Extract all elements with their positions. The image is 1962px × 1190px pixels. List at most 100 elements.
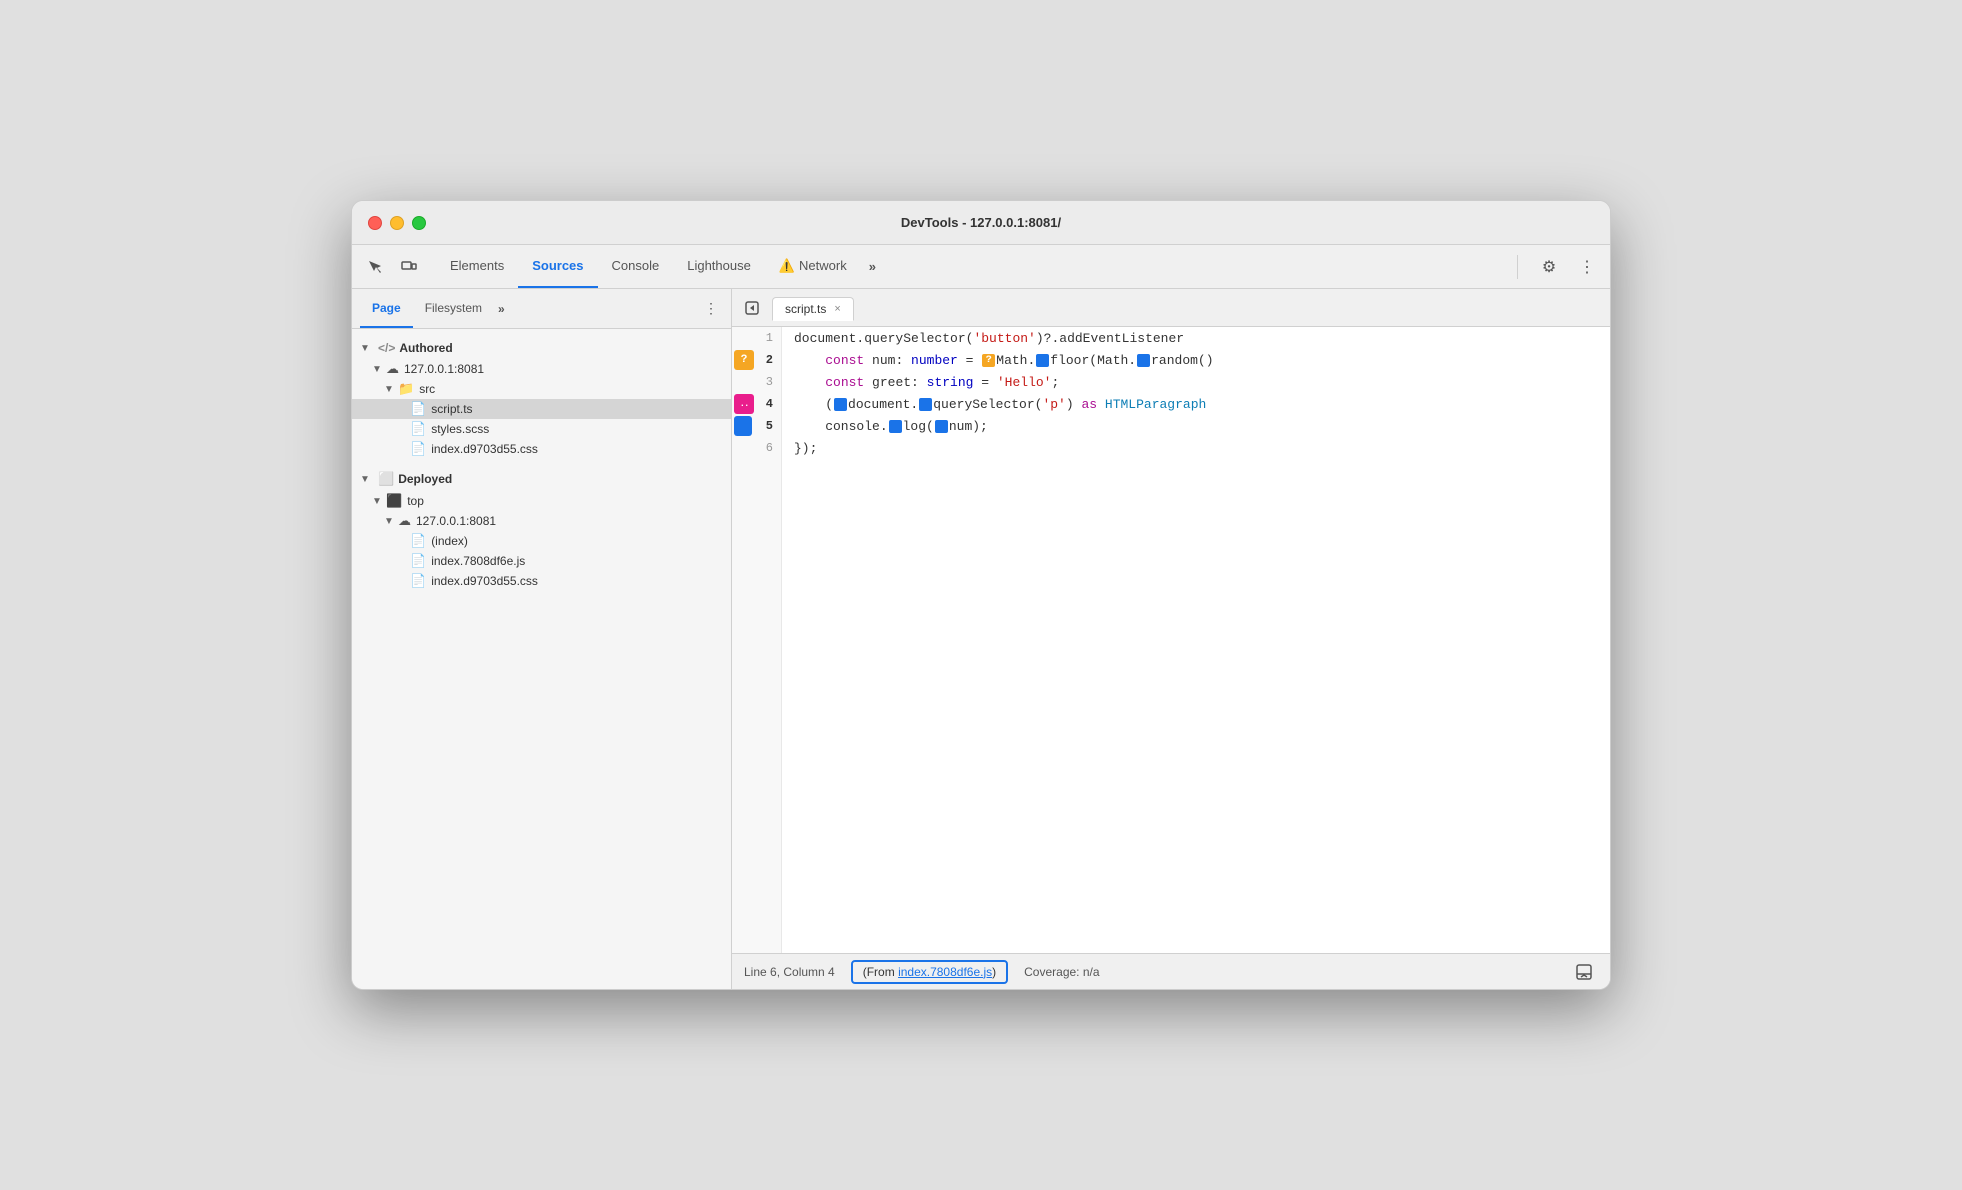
- src-folder[interactable]: ▼ 📁 src: [352, 379, 731, 399]
- deployed-server[interactable]: ▼ ☁ 127.0.0.1:8081: [352, 511, 731, 531]
- styles-scss-item[interactable]: ▶ 📄 styles.scss: [352, 419, 731, 439]
- maximize-button[interactable]: [412, 216, 426, 230]
- editor-file-tab-name: script.ts: [785, 302, 826, 316]
- blue-inline-icon-3: [834, 398, 847, 411]
- blue-inline-icon-4: [919, 398, 932, 411]
- authored-code-icon: </>: [378, 341, 395, 355]
- tab-sources[interactable]: Sources: [518, 245, 597, 288]
- device-toggle-icon[interactable]: [394, 252, 424, 282]
- tab-console[interactable]: Console: [598, 245, 674, 288]
- index-css-deployed-item[interactable]: ▶ 📄 index.d9703d55.css: [352, 571, 731, 591]
- deployed-section[interactable]: ▼ ⬜ Deployed: [352, 467, 731, 491]
- minimize-button[interactable]: [390, 216, 404, 230]
- line-row-1: 1: [732, 327, 781, 349]
- index-css-authored-item[interactable]: ▶ 📄 index.d9703d55.css: [352, 439, 731, 459]
- tab-lighthouse-label: Lighthouse: [687, 258, 751, 273]
- file-tree: ▼ </> Authored ▼ ☁ 127.0.0.1:8081 ▼ 📁: [352, 329, 731, 989]
- close-button[interactable]: [368, 216, 382, 230]
- line-num-1: 1: [732, 327, 781, 349]
- line-row-6: 6: [732, 437, 781, 459]
- line-num-6: 6: [732, 437, 781, 459]
- tab-elements[interactable]: Elements: [436, 245, 518, 288]
- ts-file-icon: 📄: [410, 401, 426, 417]
- sidebar-tab-page-label: Page: [372, 301, 401, 315]
- sidebar-tabs-more[interactable]: »: [498, 302, 505, 316]
- index-file-icon: 📄: [410, 533, 426, 549]
- deployed-cloud-icon: ☁: [398, 513, 411, 529]
- deployed-label: Deployed: [398, 472, 452, 486]
- window-title: DevTools - 127.0.0.1:8081/: [901, 215, 1061, 230]
- sidebar-menu-icon[interactable]: ⋮: [699, 297, 723, 321]
- console-drawer-icon[interactable]: [1570, 958, 1598, 986]
- top-item[interactable]: ▼ ⬛ top: [352, 491, 731, 511]
- devtools-window: DevTools - 127.0.0.1:8081/ Elements Sour: [351, 200, 1611, 990]
- deployed-css-file-icon: 📄: [410, 573, 426, 589]
- top-label: top: [407, 494, 424, 508]
- source-prefix: (From: [863, 965, 898, 979]
- top-icon: ⬛: [386, 493, 402, 509]
- tab-network-label: Network: [799, 258, 847, 273]
- inspect-icon[interactable]: [360, 252, 390, 282]
- line-row-3: 3: [732, 371, 781, 393]
- source-suffix: ): [992, 965, 996, 979]
- top-arrow: ▼: [372, 496, 386, 507]
- source-badge: (From index.7808df6e.js): [851, 960, 1008, 984]
- code-content[interactable]: document.querySelector('button')?.addEve…: [782, 327, 1610, 953]
- index-css-authored-label: index.d9703d55.css: [431, 442, 538, 456]
- toolbar-tabs: Elements Sources Console Lighthouse ⚠️ N…: [436, 245, 861, 288]
- source-file-link[interactable]: index.7808df6e.js: [898, 965, 992, 979]
- blue-inline-icon-5: [889, 420, 902, 433]
- editor-file-tab[interactable]: script.ts ×: [772, 297, 854, 321]
- tab-console-label: Console: [612, 258, 660, 273]
- sidebar: Page Filesystem » ⋮ ▼ </> Authored: [352, 289, 732, 989]
- sidebar-tab-page[interactable]: Page: [360, 289, 413, 328]
- warning-icon: ⚠️: [779, 258, 795, 274]
- editor-tabs: script.ts ×: [732, 289, 1610, 327]
- code-line-2: const num: number = ? Math. floor(Math. …: [782, 349, 1610, 371]
- main-toolbar: Elements Sources Console Lighthouse ⚠️ N…: [352, 245, 1610, 289]
- badge-5: [734, 416, 752, 436]
- editor-tab-close[interactable]: ×: [834, 303, 840, 315]
- script-ts-item[interactable]: ▶ 📄 script.ts: [352, 399, 731, 419]
- index-item[interactable]: ▶ 📄 (index): [352, 531, 731, 551]
- editor-back-icon[interactable]: [740, 296, 764, 320]
- sidebar-tab-filesystem[interactable]: Filesystem: [413, 289, 494, 328]
- main-content: Page Filesystem » ⋮ ▼ </> Authored: [352, 289, 1610, 989]
- code-editor[interactable]: 1 ? 2 3 .. 4: [732, 327, 1610, 953]
- code-line-1: document.querySelector('button')?.addEve…: [782, 327, 1610, 349]
- script-ts-label: script.ts: [431, 402, 472, 416]
- deployed-server-label: 127.0.0.1:8081: [416, 514, 496, 528]
- toolbar-right: ⚙ ⋮: [1509, 252, 1602, 282]
- folder-icon: 📁: [398, 381, 414, 397]
- src-label: src: [419, 382, 435, 396]
- status-bar: Line 6, Column 4 (From index.7808df6e.js…: [732, 953, 1610, 989]
- sidebar-tab-filesystem-label: Filesystem: [425, 301, 482, 315]
- code-line-5: console. log( num);: [782, 415, 1610, 437]
- authored-server[interactable]: ▼ ☁ 127.0.0.1:8081: [352, 359, 731, 379]
- index-js-item[interactable]: ▶ 📄 index.7808df6e.js: [352, 551, 731, 571]
- cursor-position: Line 6, Column 4: [744, 965, 835, 979]
- authored-section[interactable]: ▼ </> Authored: [352, 337, 731, 359]
- deployed-box-icon: ⬜: [378, 471, 394, 487]
- badge-2: ?: [734, 350, 754, 370]
- index-label: (index): [431, 534, 468, 548]
- tab-lighthouse[interactable]: Lighthouse: [673, 245, 765, 288]
- toolbar-separator: [1517, 255, 1518, 279]
- status-right: [1570, 958, 1598, 986]
- code-line-6: });: [782, 437, 1610, 459]
- scss-file-icon: 📄: [410, 421, 426, 437]
- index-css-deployed-label: index.d9703d55.css: [431, 574, 538, 588]
- line-row-5: 5: [732, 415, 781, 437]
- line-row-4: .. 4: [732, 393, 781, 415]
- deployed-arrow: ▼: [360, 474, 374, 485]
- blue-inline-icon-6: [935, 420, 948, 433]
- cloud-icon: ☁: [386, 361, 399, 377]
- tab-elements-label: Elements: [450, 258, 504, 273]
- more-tabs-button[interactable]: »: [861, 255, 884, 278]
- line-num-3: 3: [732, 371, 781, 393]
- tab-network[interactable]: ⚠️ Network: [765, 245, 861, 288]
- settings-icon[interactable]: ⚙: [1534, 252, 1564, 282]
- code-line-4: ( document. querySelector( 'p' ) as HTML…: [782, 393, 1610, 415]
- more-options-icon[interactable]: ⋮: [1572, 252, 1602, 282]
- orange-inline-icon: ?: [982, 354, 995, 367]
